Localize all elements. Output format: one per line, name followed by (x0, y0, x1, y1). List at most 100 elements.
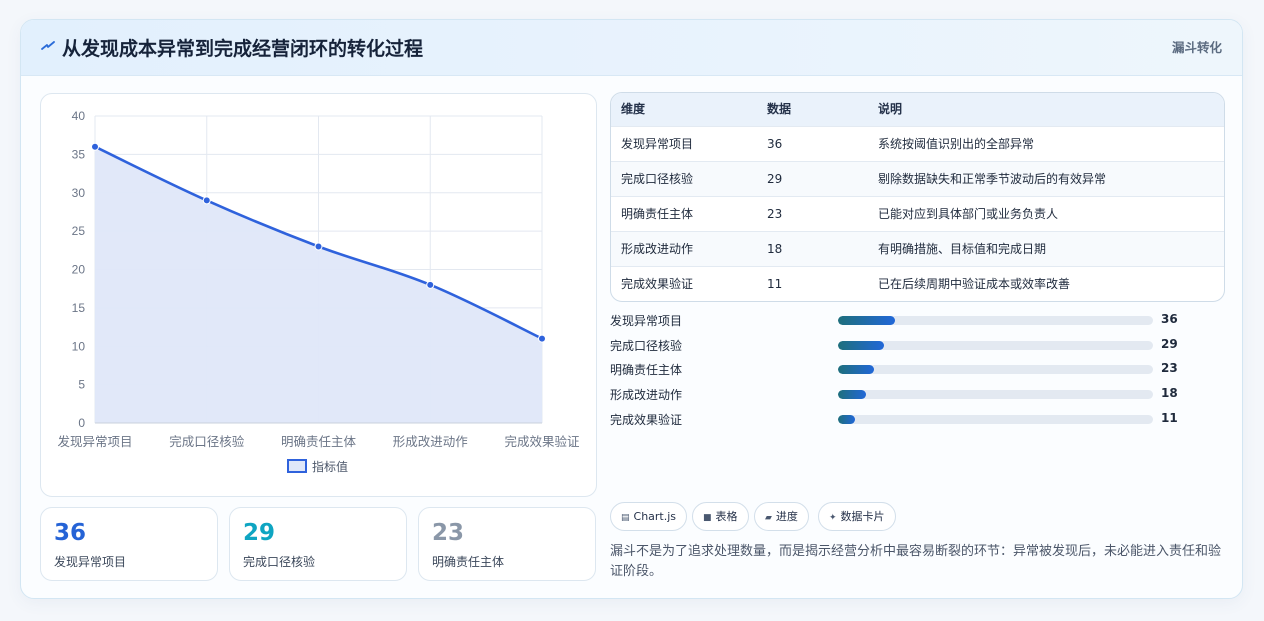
table-cell: 36 (767, 137, 783, 151)
data-point (314, 242, 323, 251)
table-row: 发现异常项目 36 系统按阈值识别出的全部异常 (611, 126, 1224, 161)
chip-progress[interactable]: ▰ 进度 (754, 502, 809, 531)
data-point (538, 334, 546, 343)
kpi-value: 29 (243, 520, 276, 546)
y-tick-label: 35 (72, 147, 86, 161)
progress-track (838, 341, 1153, 350)
table-cell: 11 (767, 277, 783, 291)
progress-label: 完成口径核验 (610, 339, 683, 353)
progress-row: 完成口径核验 29 (610, 335, 1225, 355)
table-row: 完成效果验证 11 已在后续周期中验证成本或效率改善 (611, 266, 1224, 301)
progress-fill (838, 341, 884, 350)
chip-data-card[interactable]: ✦ 数据卡片 (818, 502, 896, 531)
table-cell: 有明确措施、目标值和完成日期 (878, 242, 1047, 256)
chip-chartjs[interactable]: ▤ Chart.js (610, 502, 688, 531)
table-cell: 18 (767, 242, 783, 256)
table-cell: 发现异常项目 (621, 137, 694, 151)
chart-icon: ▤ (621, 513, 630, 523)
page-title: 从发现成本异常到完成经营闭环的转化过程 (62, 38, 424, 60)
bolt-icon (41, 41, 55, 50)
data-point (426, 280, 435, 289)
kpi-card-owner: 23 明确责任主体 (418, 507, 596, 581)
line-chart-panel: 0 5 10 15 20 25 30 35 40 发现异常项目 完成口径核验 明确责任主体 形成改进动作… (40, 93, 597, 497)
progress-row: 明确责任主体 23 (610, 359, 1225, 379)
table-header-row: 维度 数据 说明 (611, 93, 1224, 126)
table-cell: 剔除数据缺失和正常季节波动后的有效异常 (878, 172, 1107, 186)
progress-label: 发现异常项目 (610, 314, 683, 328)
progress-icon: ▰ (765, 513, 772, 523)
progress-row: 完成效果验证 11 (610, 409, 1225, 429)
table-icon: ■ (703, 513, 712, 523)
kpi-value: 36 (54, 520, 87, 546)
progress-track (838, 316, 1153, 325)
table-cell: 已在后续周期中验证成本或效率改善 (878, 277, 1071, 291)
column-header: 说明 (878, 102, 903, 116)
chip-label: Chart.js (633, 510, 677, 523)
table-cell: 形成改进动作 (621, 242, 694, 256)
x-tick-label: 明确责任主体 (281, 434, 357, 449)
sparkle-icon: ✦ (829, 513, 837, 523)
line-chart: 0 5 10 15 20 25 30 35 40 发现异常项目 完成口径核验 明确责任主体 形成改进动作… (57, 109, 580, 474)
progress-fill (838, 316, 895, 325)
kpi-value: 23 (432, 520, 465, 546)
chip-label: 表格 (715, 510, 738, 523)
kpi-card-verified: 29 完成口径核验 (229, 507, 407, 581)
progress-fill (838, 415, 856, 424)
dashboard-card: 从发现成本异常到完成经营闭环的转化过程 漏斗转化 0 5 10 15 20 25 30 35 4… (20, 19, 1243, 599)
kpi-label: 明确责任主体 (432, 555, 505, 569)
column-header: 维度 (621, 102, 646, 116)
y-tick-label: 0 (78, 416, 85, 430)
table-cell: 完成效果验证 (621, 277, 694, 291)
kpi-label: 完成口径核验 (243, 555, 316, 569)
chart-type-tag: 漏斗转化 (1171, 40, 1222, 55)
progress-value: 29 (1161, 337, 1178, 351)
kpi-card-found: 36 发现异常项目 (40, 507, 218, 581)
x-tick-label: 发现异常项目 (57, 434, 132, 449)
progress-value: 11 (1161, 411, 1178, 425)
x-tick-label: 形成改进动作 (393, 434, 469, 449)
table-row: 形成改进动作 18 有明确措施、目标值和完成日期 (611, 231, 1224, 266)
x-tick-label: 完成口径核验 (169, 434, 245, 449)
table-row: 完成口径核验 29 剔除数据缺失和正常季节波动后的有效异常 (611, 161, 1224, 196)
y-tick-label: 30 (72, 186, 86, 200)
table-cell: 29 (767, 172, 783, 186)
progress-track (838, 365, 1153, 374)
progress-value: 18 (1161, 386, 1178, 400)
progress-track (838, 390, 1153, 399)
y-tick-label: 25 (72, 224, 86, 238)
column-header: 数据 (767, 102, 792, 116)
progress-fill (838, 365, 875, 374)
y-tick-label: 5 (78, 378, 85, 392)
chip-label: 数据卡片 (840, 510, 885, 523)
progress-value: 23 (1161, 361, 1178, 375)
progress-label: 形成改进动作 (610, 388, 683, 402)
card-header: 从发现成本异常到完成经营闭环的转化过程 漏斗转化 (21, 20, 1242, 76)
progress-row: 形成改进动作 18 (610, 384, 1225, 404)
kpi-label: 发现异常项目 (54, 555, 127, 569)
legend-swatch (287, 459, 307, 473)
progress-label: 完成效果验证 (610, 413, 683, 427)
y-tick-label: 10 (72, 339, 86, 353)
x-tick-label: 完成效果验证 (504, 434, 580, 449)
progress-track (838, 415, 1153, 424)
data-point (91, 142, 99, 151)
table-cell: 23 (767, 207, 783, 221)
data-table: 维度 数据 说明 发现异常项目 36 系统按阈值识别出的全部异常 完成口径核验 … (610, 92, 1225, 302)
legend-label: 指标值 (312, 459, 348, 474)
table-cell: 系统按阈值识别出的全部异常 (878, 137, 1035, 151)
chip-table[interactable]: ■ 表格 (692, 502, 749, 531)
progress-fill (838, 390, 867, 399)
y-tick-label: 20 (72, 263, 86, 277)
progress-value: 36 (1161, 312, 1178, 326)
summary-note: 漏斗不是为了追求处理数量，而是揭示经营分析中最容易断裂的环节：异常被发现后，未必… (610, 544, 1222, 579)
table-row: 明确责任主体 23 已能对应到具体部门或业务负责人 (611, 196, 1224, 231)
progress-row: 发现异常项目 36 (610, 310, 1225, 330)
progress-label: 明确责任主体 (610, 363, 683, 377)
data-point (202, 196, 211, 205)
table-cell: 已能对应到具体部门或业务负责人 (878, 207, 1059, 221)
table-cell: 明确责任主体 (621, 207, 694, 221)
chip-label: 进度 (775, 510, 798, 523)
table-cell: 完成口径核验 (621, 172, 694, 186)
y-tick-label: 40 (72, 109, 86, 123)
y-tick-label: 15 (72, 301, 86, 315)
